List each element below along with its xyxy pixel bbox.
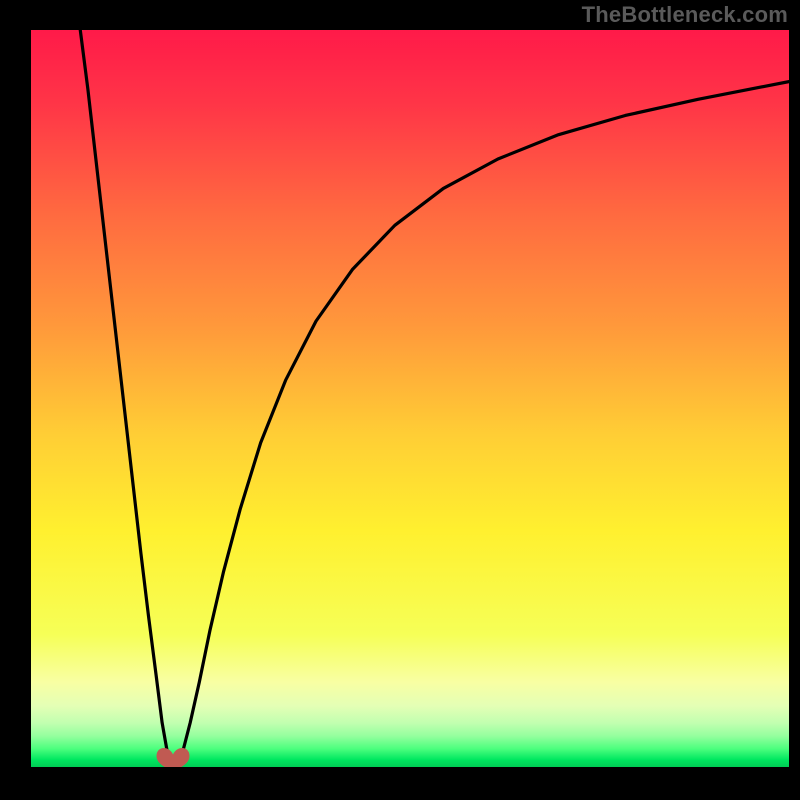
watermark-text: TheBottleneck.com (582, 2, 788, 28)
chart-frame: TheBottleneck.com (0, 0, 800, 800)
gradient-background (31, 30, 789, 767)
plot-svg (31, 30, 789, 767)
plot-area (31, 30, 789, 767)
